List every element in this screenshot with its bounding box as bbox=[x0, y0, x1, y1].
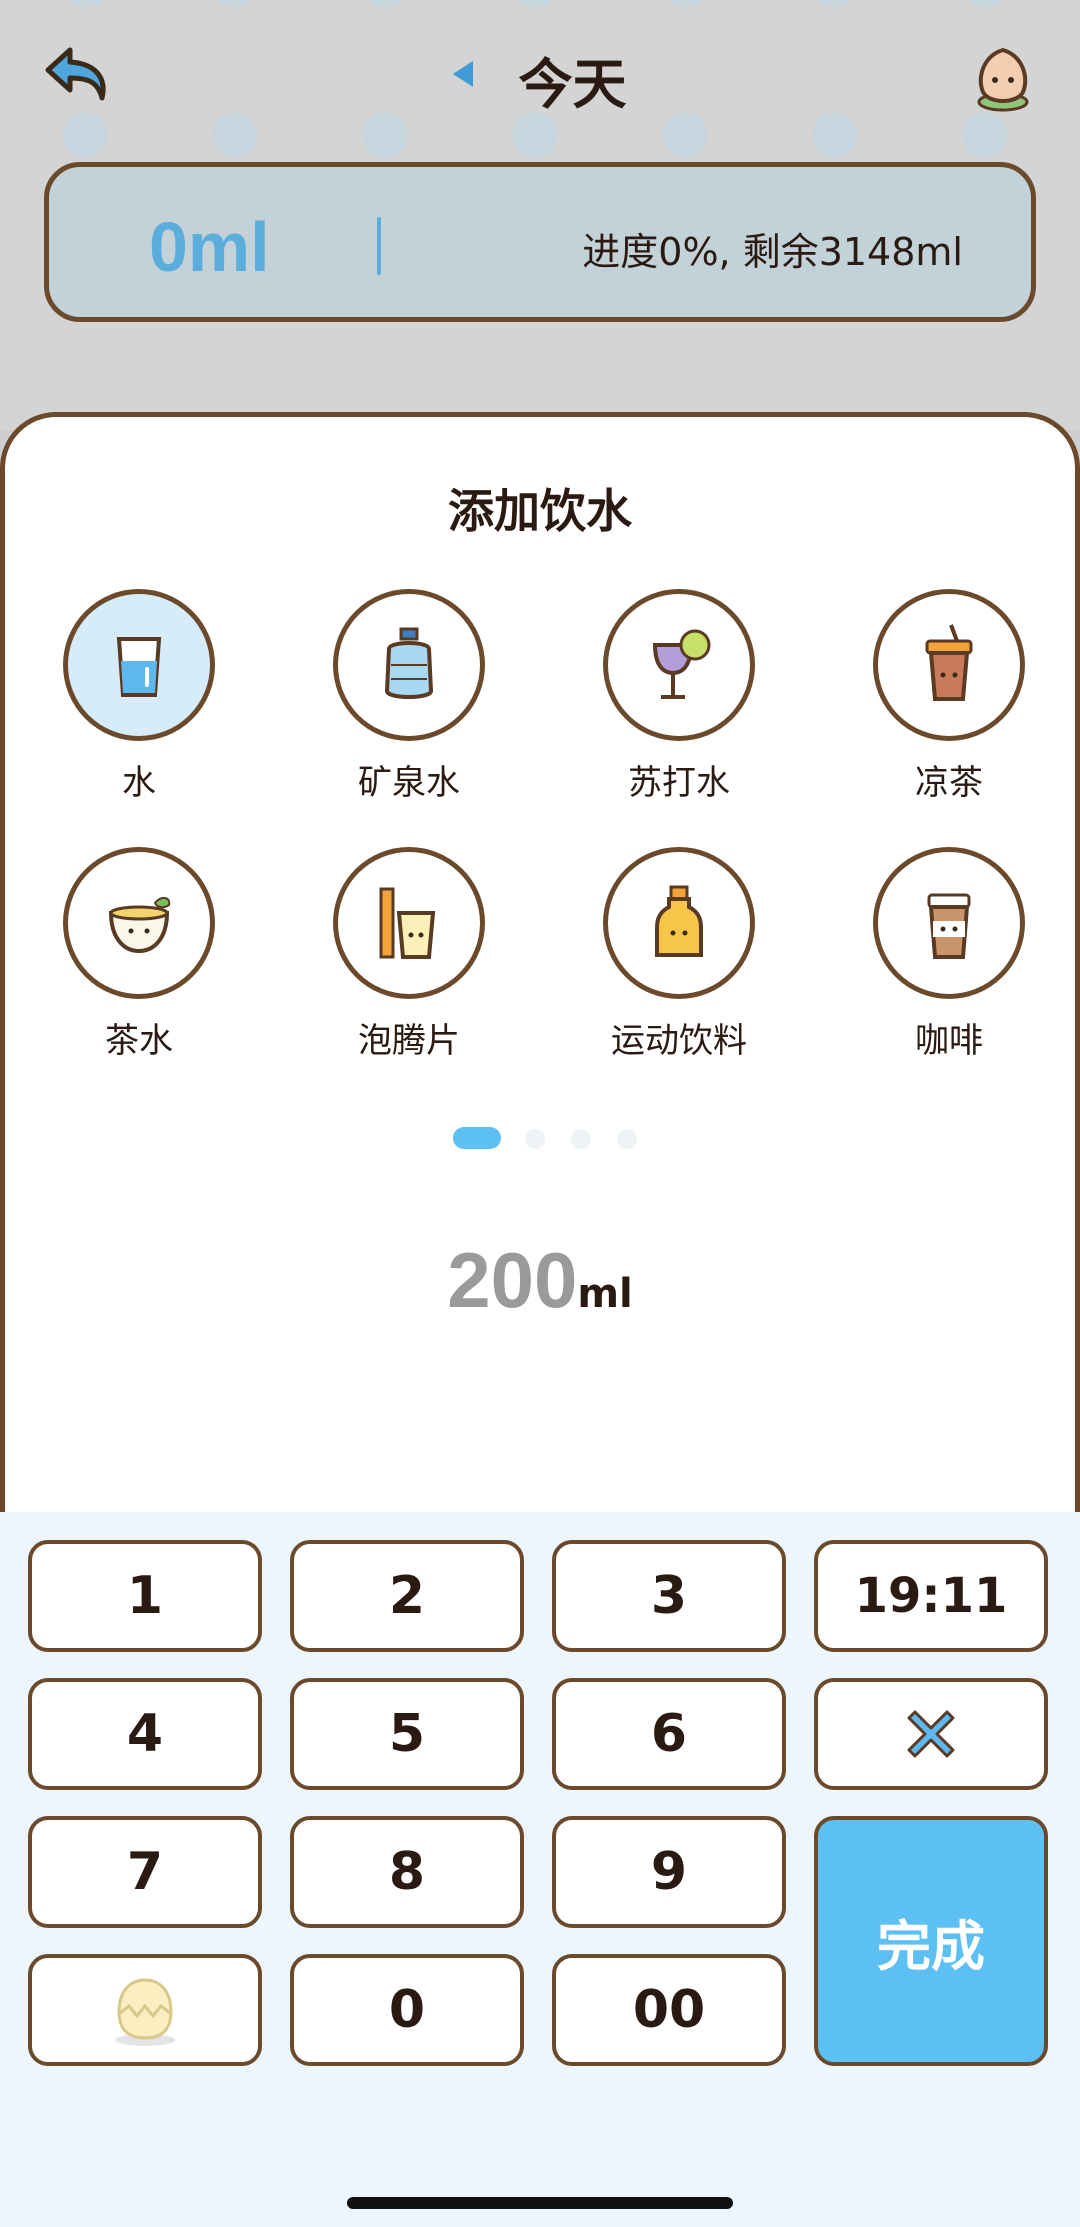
avatar[interactable] bbox=[971, 42, 1035, 112]
sheet-title: 添加饮水 bbox=[448, 484, 632, 538]
close-x-icon bbox=[907, 1710, 955, 1758]
key-1[interactable]: 1 bbox=[28, 1540, 262, 1652]
peach-avatar-icon bbox=[977, 47, 1029, 112]
drink-icon-wrapper bbox=[63, 847, 215, 999]
drink-item-soda[interactable]: 苏打水 bbox=[579, 589, 779, 804]
coffee-cup-icon bbox=[927, 893, 971, 959]
key-6[interactable]: 6 bbox=[552, 1678, 786, 1790]
amount-unit: ml bbox=[577, 1271, 633, 1317]
drink-label: 水 bbox=[122, 763, 156, 803]
drink-item-sports-drink[interactable]: 运动饮料 bbox=[579, 847, 779, 1062]
progress-divider bbox=[377, 217, 381, 275]
key-0[interactable]: 0 bbox=[290, 1954, 524, 2066]
progress-card: 0ml 进度0%, 剩余3148ml bbox=[44, 162, 1036, 322]
progress-status: 进度0%, 剩余3148ml bbox=[582, 230, 963, 274]
key-2[interactable]: 2 bbox=[290, 1540, 524, 1652]
drink-icon-wrapper bbox=[63, 589, 215, 741]
sports-drink-bottle-icon bbox=[655, 885, 703, 957]
key-9[interactable]: 9 bbox=[552, 1816, 786, 1928]
drink-label: 泡腾片 bbox=[358, 1021, 460, 1061]
drink-label: 苏打水 bbox=[628, 763, 730, 803]
key-8[interactable]: 8 bbox=[290, 1816, 524, 1928]
key-3[interactable]: 3 bbox=[552, 1540, 786, 1652]
key-5[interactable]: 5 bbox=[290, 1678, 524, 1790]
drink-item-tea[interactable]: 茶水 bbox=[39, 847, 239, 1062]
mascot-button[interactable] bbox=[28, 1954, 262, 2066]
page-dot-active[interactable] bbox=[453, 1127, 501, 1149]
drink-label: 矿泉水 bbox=[358, 763, 460, 803]
time-button[interactable]: 19:11 bbox=[814, 1540, 1048, 1652]
amount-display: 200ml bbox=[5, 1235, 1075, 1326]
drink-item-mineral-water[interactable]: 矿泉水 bbox=[309, 589, 509, 804]
page-dot[interactable] bbox=[525, 1129, 545, 1149]
drink-icon-wrapper bbox=[873, 847, 1025, 999]
total-intake: 0ml bbox=[149, 208, 270, 286]
drink-item-water[interactable]: 水 bbox=[39, 589, 239, 804]
page-dot[interactable] bbox=[617, 1129, 637, 1149]
drink-icon-wrapper bbox=[333, 847, 485, 999]
drink-icon-wrapper bbox=[603, 589, 755, 741]
date-title-group: 今天 bbox=[0, 40, 1080, 119]
drink-icon-wrapper bbox=[333, 589, 485, 741]
done-button[interactable]: 完成 bbox=[814, 1816, 1048, 2066]
key-00[interactable]: 00 bbox=[552, 1954, 786, 2066]
drink-item-effervescent[interactable]: 泡腾片 bbox=[309, 847, 509, 1062]
key-4[interactable]: 4 bbox=[28, 1678, 262, 1790]
previous-day-arrow-icon[interactable] bbox=[453, 60, 474, 87]
page-title: 今天 bbox=[518, 53, 627, 116]
drink-label: 凉茶 bbox=[915, 763, 983, 803]
drink-icon-wrapper bbox=[603, 847, 755, 999]
egg-mascot-icon bbox=[115, 1978, 175, 2046]
header: 今天 bbox=[0, 30, 1080, 130]
tea-cup-icon bbox=[108, 897, 171, 954]
mineral-water-bottle-icon bbox=[384, 627, 434, 699]
drink-label: 咖啡 bbox=[915, 1021, 983, 1061]
key-7[interactable]: 7 bbox=[28, 1816, 262, 1928]
home-indicator bbox=[347, 2197, 733, 2209]
add-water-sheet: 添加饮水 水 矿泉水 苏打水 凉茶 茶水 泡腾片 运动饮料 咖啡 200ml bbox=[0, 412, 1080, 1512]
water-glass-icon bbox=[116, 637, 162, 697]
delete-button[interactable] bbox=[814, 1678, 1048, 1790]
drink-label: 茶水 bbox=[105, 1021, 173, 1061]
effervescent-tablet-icon bbox=[379, 887, 436, 959]
drink-label: 运动饮料 bbox=[611, 1021, 747, 1061]
drink-icon-wrapper bbox=[873, 589, 1025, 741]
drink-item-coffee[interactable]: 咖啡 bbox=[849, 847, 1049, 1062]
herbal-tea-cup-icon bbox=[925, 624, 973, 701]
soda-cocktail-icon bbox=[652, 629, 711, 699]
amount-value: 200 bbox=[447, 1236, 578, 1324]
page-dot[interactable] bbox=[571, 1129, 591, 1149]
number-keypad: 1 2 3 19:11 4 5 6 7 8 9 完成 0 00 bbox=[0, 1512, 1080, 2227]
drink-item-herbal-tea[interactable]: 凉茶 bbox=[849, 589, 1049, 804]
